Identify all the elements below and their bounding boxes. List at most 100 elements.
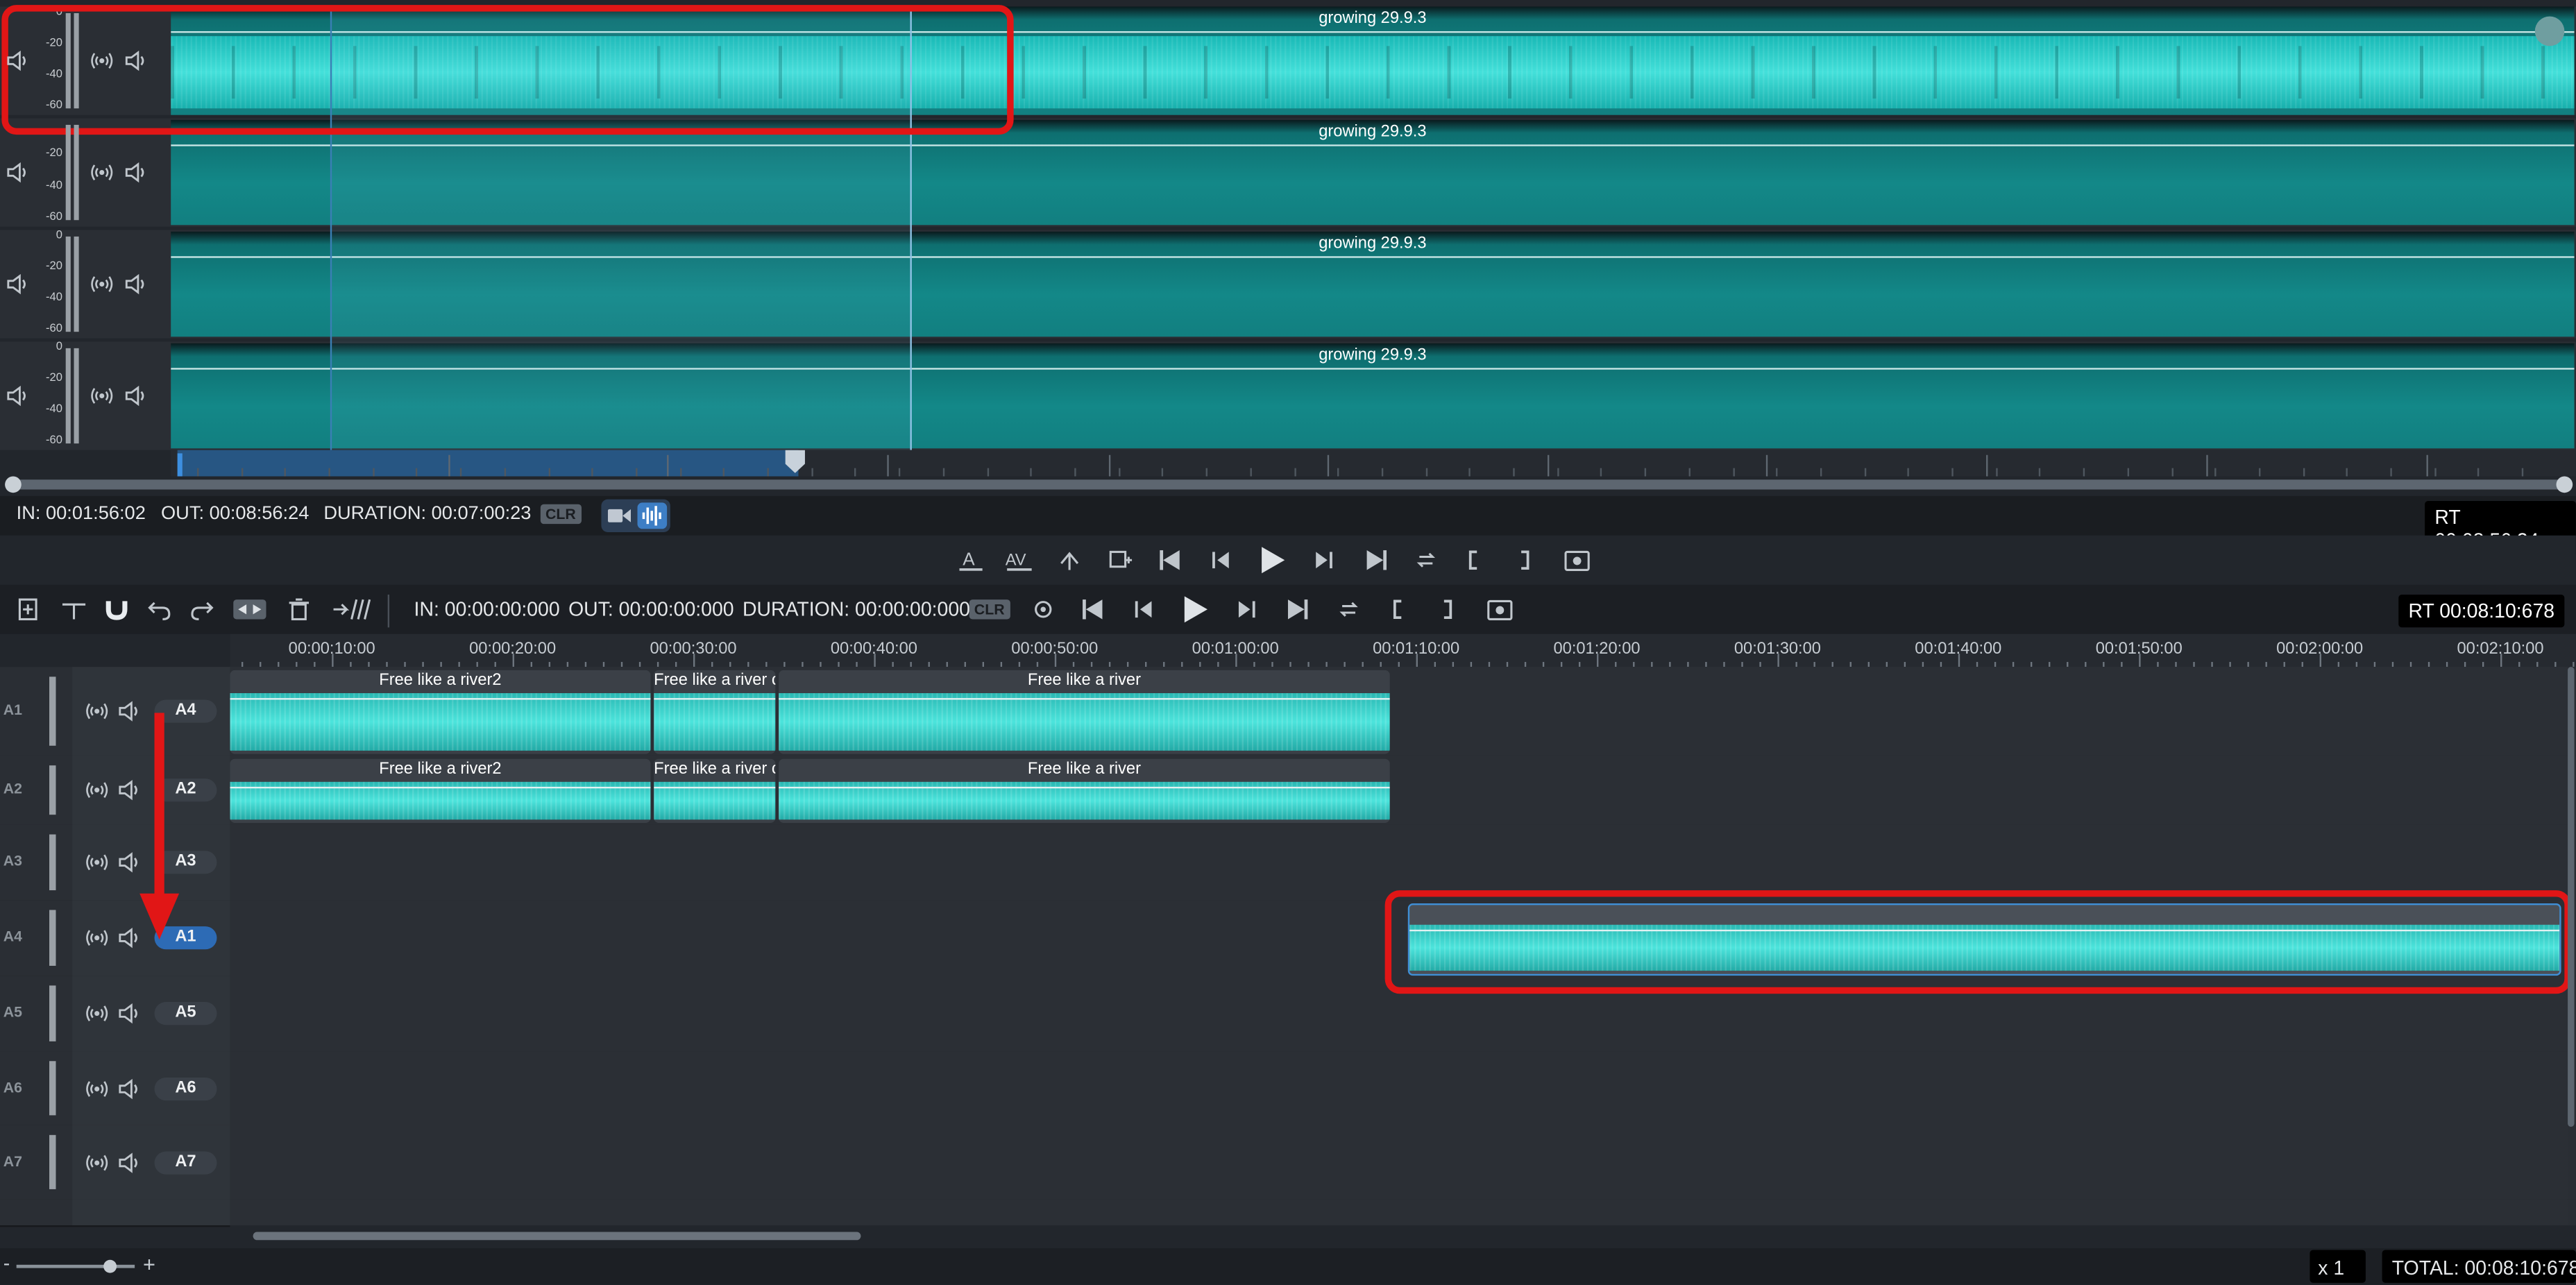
snapshot-icon[interactable] — [1564, 547, 1591, 573]
skip-back-icon[interactable] — [1081, 598, 1104, 621]
target-icon[interactable] — [1032, 598, 1055, 621]
timeline-clip[interactable]: Free like a river c — [654, 758, 776, 824]
ruler-tick — [1633, 662, 1635, 667]
timeline-clip[interactable]: Free like a river — [779, 758, 1390, 824]
redo-icon[interactable] — [191, 598, 214, 621]
track-lane[interactable] — [230, 1051, 2568, 1125]
ruler-tick — [802, 662, 804, 667]
replace-edit-icon[interactable] — [1056, 547, 1083, 573]
timeline-hscroll-thumb[interactable] — [253, 1232, 861, 1241]
broadcast-icon[interactable] — [90, 384, 113, 407]
play-icon[interactable] — [1257, 545, 1287, 575]
step-back-icon[interactable] — [1132, 598, 1155, 621]
speaker-icon[interactable] — [6, 49, 29, 72]
track-target-pill[interactable]: A7 — [154, 1150, 217, 1174]
speaker-icon[interactable] — [6, 273, 29, 296]
ruler-tick — [1325, 662, 1328, 667]
scrubber-end-handle[interactable] — [2556, 476, 2573, 493]
broadcast-icon[interactable] — [85, 1150, 108, 1173]
speaker-icon[interactable] — [125, 384, 148, 407]
ruler-tick — [350, 662, 352, 667]
split-view-icon[interactable] — [233, 598, 266, 621]
broadcast-icon[interactable] — [85, 778, 108, 801]
speaker-icon[interactable] — [118, 1150, 141, 1173]
source-scrubber[interactable] — [6, 479, 2570, 490]
loop-icon[interactable] — [1337, 598, 1360, 621]
timeline-clip[interactable]: Free like a river2 — [230, 670, 651, 754]
ruler-tick — [1922, 662, 1924, 667]
ruler-tick — [1072, 662, 1075, 667]
step-back-icon[interactable] — [1209, 549, 1232, 572]
ruler-tick — [898, 468, 901, 477]
source-clear-button[interactable]: CLR — [540, 504, 581, 525]
ruler-tick — [1958, 654, 1960, 667]
zoom-out-icon[interactable]: - — [3, 1252, 10, 1275]
timeline-ruler[interactable]: 00:00:10:00 00:00:20:00 00:00:30:00 00:00:4… — [230, 633, 2576, 667]
speaker-icon[interactable] — [125, 161, 148, 184]
broadcast-icon[interactable] — [85, 851, 108, 874]
track-lane[interactable] — [230, 1199, 2568, 1226]
ruler-tick — [722, 468, 724, 477]
ruler-tick — [2127, 468, 2130, 477]
play-icon[interactable] — [1180, 595, 1210, 624]
speaker-icon[interactable] — [6, 384, 29, 407]
magnet-icon[interactable] — [103, 596, 130, 622]
speaker-icon[interactable] — [6, 161, 29, 184]
video-camera-icon[interactable] — [607, 507, 632, 524]
audio-toggle-on[interactable] — [637, 502, 668, 529]
broadcast-icon[interactable] — [90, 49, 113, 72]
ruler-tick — [440, 662, 442, 667]
ruler-tick — [729, 662, 731, 667]
track-lane[interactable] — [230, 824, 2568, 901]
track-target-pill[interactable]: A5 — [154, 1002, 217, 1026]
undo-icon[interactable] — [148, 598, 171, 621]
mark-in-icon[interactable] — [1462, 549, 1485, 572]
zoom-in-icon[interactable]: + — [143, 1252, 155, 1277]
broadcast-icon[interactable] — [85, 1077, 108, 1100]
ruler-tick — [1380, 662, 1382, 667]
ripple-delete-icon[interactable] — [332, 596, 375, 622]
timeline-vscroll-thumb[interactable] — [2568, 667, 2575, 1127]
av-link-icon[interactable]: AV — [1006, 547, 1035, 573]
overlay-edit-icon[interactable] — [1108, 547, 1134, 573]
broadcast-icon[interactable] — [85, 699, 108, 722]
scrubber-start-handle[interactable] — [5, 476, 22, 493]
snapshot-icon[interactable] — [1486, 596, 1513, 622]
mark-in-icon[interactable] — [1387, 598, 1409, 621]
track-target-pill[interactable]: A6 — [154, 1076, 217, 1100]
trash-icon[interactable] — [287, 598, 310, 621]
title-text-icon[interactable]: A — [958, 547, 984, 573]
skip-forward-icon[interactable] — [1365, 549, 1388, 572]
timeline-clear-button[interactable]: CLR — [969, 599, 1010, 620]
add-track-icon[interactable] — [17, 596, 43, 622]
zoom-slider-handle[interactable] — [103, 1259, 117, 1273]
track-lane[interactable] — [230, 1125, 2568, 1200]
loop-icon[interactable] — [1414, 549, 1437, 572]
razor-icon[interactable] — [61, 596, 87, 622]
timeline-clip[interactable]: Free like a river2 — [230, 758, 651, 824]
speaker-icon[interactable] — [118, 1002, 141, 1025]
broadcast-icon[interactable] — [85, 1002, 108, 1025]
mark-out-icon[interactable] — [1436, 598, 1459, 621]
broadcast-icon[interactable] — [90, 273, 113, 296]
source-selection-range[interactable] — [177, 450, 799, 477]
clip-menu-icon[interactable] — [2534, 16, 2565, 46]
skip-forward-icon[interactable] — [1287, 598, 1310, 621]
mark-out-icon[interactable] — [1513, 549, 1536, 572]
broadcast-icon[interactable] — [90, 161, 113, 184]
broadcast-icon[interactable] — [85, 926, 108, 949]
speaker-icon[interactable] — [125, 49, 148, 72]
speaker-icon[interactable] — [125, 273, 148, 296]
skip-back-icon[interactable] — [1158, 549, 1181, 572]
timeline-clip[interactable]: Free like a river c — [654, 670, 776, 754]
track-number: A5 — [3, 1003, 22, 1021]
db-label: -40 — [45, 180, 62, 192]
step-forward-icon[interactable] — [1312, 549, 1335, 572]
in-point-handle[interactable] — [177, 453, 183, 477]
db-label: -40 — [45, 292, 62, 304]
step-forward-icon[interactable] — [1235, 598, 1258, 621]
zoom-slider[interactable] — [16, 1264, 135, 1268]
timeline-clip[interactable]: Free like a river — [779, 670, 1390, 754]
speaker-icon[interactable] — [118, 1077, 141, 1100]
audio-video-toggle[interactable] — [601, 499, 670, 533]
